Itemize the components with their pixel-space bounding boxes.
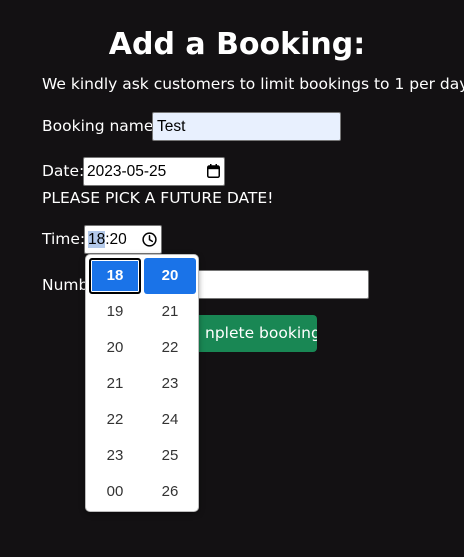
booking-notice: We kindly ask customers to limit booking…	[42, 75, 464, 93]
hour-option[interactable]: 23	[89, 438, 141, 474]
hour-option[interactable]: 22	[89, 402, 141, 438]
complete-booking-label: nplete booking	[205, 324, 317, 342]
date-value: 2023-05-25	[87, 163, 167, 180]
minute-option[interactable]: 20	[144, 258, 196, 294]
hour-option[interactable]: 21	[89, 366, 141, 402]
minute-option[interactable]: 25	[144, 438, 196, 474]
calendar-icon[interactable]	[207, 164, 220, 178]
time-value: 18:20	[88, 226, 127, 253]
hour-option[interactable]: 20	[89, 330, 141, 366]
hour-option[interactable]: 00	[89, 474, 141, 510]
minute-option[interactable]: 21	[144, 294, 196, 330]
minute-option[interactable]: 22	[144, 330, 196, 366]
complete-booking-button[interactable]: nplete booking	[181, 315, 317, 352]
number-label: Numb	[42, 276, 89, 294]
time-input[interactable]: 18:20	[84, 225, 162, 254]
time-picker-dropdown[interactable]: 18 19 20 21 22 23 00 20 21 22 23 24 25 2…	[85, 254, 199, 512]
booking-name-value: Test	[157, 118, 186, 135]
time-minute-segment[interactable]: :20	[105, 231, 127, 248]
minute-column[interactable]: 20 21 22 23 24 25 26	[144, 258, 196, 510]
number-input[interactable]	[192, 270, 369, 299]
date-label: Date:	[42, 162, 85, 180]
date-input[interactable]: 2023-05-25	[83, 157, 225, 186]
minute-option[interactable]: 23	[144, 366, 196, 402]
booking-name-label: Booking name:	[42, 117, 159, 135]
time-label: Time:	[42, 230, 86, 248]
time-row: Time:	[42, 229, 85, 249]
clock-icon[interactable]	[142, 232, 157, 247]
booking-name-input[interactable]: Test	[152, 112, 341, 141]
hour-column[interactable]: 18 19 20 21 22 23 00	[89, 258, 141, 510]
minute-option[interactable]: 24	[144, 402, 196, 438]
time-hour-segment[interactable]: 18	[88, 231, 106, 248]
hour-option[interactable]: 18	[89, 258, 141, 294]
page-title: Add a Booking:	[108, 27, 366, 62]
minute-option[interactable]: 26	[144, 474, 196, 510]
booking-name-row: Booking name:	[42, 116, 159, 136]
date-row: Date:	[42, 161, 84, 181]
hour-option[interactable]: 19	[89, 294, 141, 330]
date-warning: PLEASE PICK A FUTURE DATE!	[42, 189, 274, 207]
number-row: Numb	[42, 275, 88, 295]
